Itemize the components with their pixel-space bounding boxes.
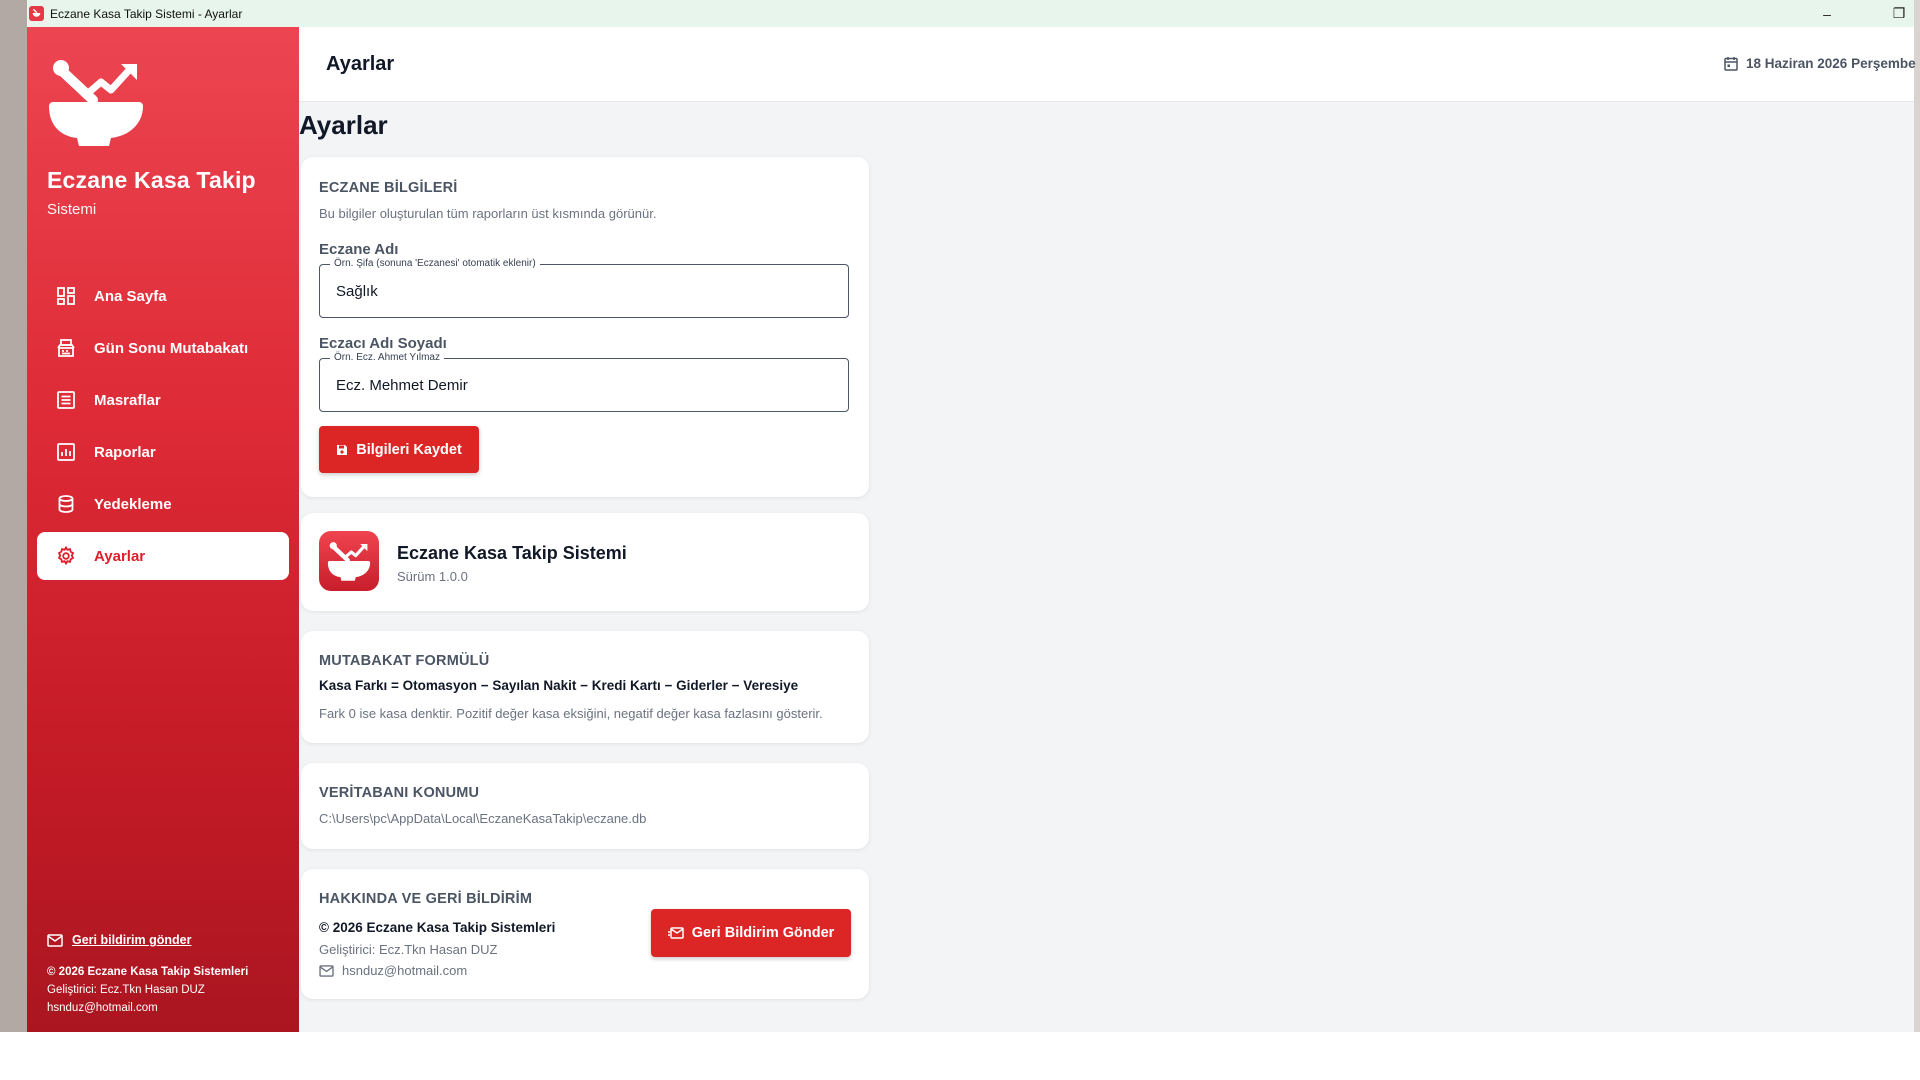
sidebar-item-ayarlar[interactable]: Ayarlar (37, 532, 289, 580)
top-header: Ayarlar 18 Haziran 2026 Perşembe (299, 27, 1916, 102)
brand-title: Eczane Kasa Takip (47, 167, 256, 193)
gear-icon (55, 545, 77, 567)
database-path: C:\Users\pc\AppData\Local\EczaneKasaTaki… (319, 811, 647, 826)
header-date-text: 18 Haziran 2026 Perşembe (1746, 56, 1916, 71)
send-feedback-button-label: Geri Bildirim Gönder (691, 925, 835, 941)
pharmacy-name-field[interactable]: Örn. Şifa (sonuna 'Eczanesi' otomatik ek… (319, 258, 849, 318)
pharmacist-name-field[interactable]: Örn. Ecz. Ahmet Yılmaz (319, 352, 849, 412)
app-info-card: Eczane Kasa Takip Sistemi Sürüm 1.0.0 (301, 513, 869, 611)
window-title: Eczane Kasa Takip Sistemi - Ayarlar (50, 6, 243, 21)
main-content: Ayarlar ECZANE BİLGİLERİ Bu bilgiler olu… (299, 102, 1914, 1032)
pharmacy-name-legend: Örn. Şifa (sonuna 'Eczanesi' otomatik ek… (330, 258, 540, 269)
sidebar-nav: Ana Sayfa Gün Sonu Mutabakatı Masraflar … (37, 272, 289, 584)
formula-note: Fark 0 ise kasa denktir. Pozitif değer k… (319, 706, 823, 721)
mortar-pestle-logo-icon (47, 56, 145, 148)
brand-subtitle: Sistemi (47, 201, 97, 218)
pharmacist-name-input[interactable] (336, 373, 826, 397)
sidebar-developer: Geliştirici: Ecz.Tkn Hasan DUZ (47, 984, 205, 996)
title-bar[interactable]: Eczane Kasa Takip Sistemi - Ayarlar – ❐ (27, 0, 1914, 27)
bar-chart-icon (55, 441, 77, 463)
window-frame-left (0, 0, 27, 1080)
about-email: hsnduz@hotmail.com (319, 963, 467, 978)
sidebar-item-gun-sonu-mutabakati[interactable]: Gün Sonu Mutabakatı (37, 324, 289, 372)
about-email-text: hsnduz@hotmail.com (342, 963, 468, 978)
sidebar-email: hsnduz@hotmail.com (47, 1002, 158, 1014)
calendar-icon (1724, 56, 1738, 71)
window-frame-right (1914, 0, 1920, 1032)
sidebar-item-label: Raporlar (94, 443, 156, 461)
formula-title: MUTABAKAT FORMÜLÜ (319, 653, 490, 669)
app-logo-icon (319, 531, 379, 591)
save-info-button-label: Bilgileri Kaydet (356, 441, 462, 458)
maximize-button[interactable]: ❐ (1879, 0, 1919, 27)
sidebar-item-label: Masraflar (94, 391, 161, 409)
sidebar-item-label: Ana Sayfa (94, 287, 167, 305)
sidebar-item-label: Gün Sonu Mutabakatı (94, 339, 249, 357)
minimize-button[interactable]: – (1807, 0, 1847, 27)
pharmacy-info-title: ECZANE BİLGİLERİ (319, 180, 458, 196)
database-location-title: VERİTABANI KONUMU (319, 785, 480, 801)
feedback-icon (667, 927, 684, 939)
pharmacist-name-label: Eczacı Adı Soyadı (319, 335, 447, 352)
save-icon (336, 444, 348, 456)
pharmacy-name-label: Eczane Adı (319, 241, 399, 258)
app-icon (29, 6, 44, 21)
window-frame-bottom (0, 1032, 1920, 1080)
sidebar-item-yedekleme[interactable]: Yedekleme (37, 480, 289, 528)
sidebar-item-masraflar[interactable]: Masraflar (37, 376, 289, 424)
about-developer: Geliştirici: Ecz.Tkn Hasan DUZ (319, 942, 498, 957)
feedback-link-label: Geri bildirim gönder (72, 933, 192, 947)
formula-card: MUTABAKAT FORMÜLÜ Kasa Farkı = Otomasyon… (301, 631, 869, 743)
header-title: Ayarlar (326, 53, 395, 75)
sidebar: Eczane Kasa Takip Sistemi Ana Sayfa Gün … (27, 27, 299, 1032)
about-title: HAKKINDA VE GERİ BİLDİRİM (319, 891, 533, 907)
sidebar-copyright: © 2026 Eczane Kasa Takip Sistemleri (47, 966, 249, 978)
sidebar-item-ana-sayfa[interactable]: Ana Sayfa (37, 272, 289, 320)
save-info-button[interactable]: Bilgileri Kaydet (319, 426, 479, 473)
mail-icon (319, 964, 334, 977)
app-name: Eczane Kasa Takip Sistemi (397, 543, 627, 563)
page-title: Ayarlar (299, 110, 388, 140)
pharmacy-info-description: Bu bilgiler oluşturulan tüm raporların ü… (319, 206, 657, 221)
list-icon (55, 389, 77, 411)
sidebar-item-label: Yedekleme (94, 495, 172, 513)
pharmacist-name-legend: Örn. Ecz. Ahmet Yılmaz (330, 352, 444, 363)
sidebar-item-label: Ayarlar (94, 547, 146, 565)
database-icon (55, 493, 77, 515)
feedback-link[interactable]: Geri bildirim gönder (47, 931, 248, 949)
database-location-card: VERİTABANI KONUMU C:\Users\pc\AppData\Lo… (301, 763, 869, 849)
pharmacy-name-input[interactable] (336, 279, 826, 303)
about-copyright: © 2026 Eczane Kasa Takip Sistemleri (319, 920, 556, 935)
sidebar-footer: Geri bildirim gönder © 2026 Eczane Kasa … (47, 931, 248, 1017)
cash-register-icon (55, 337, 77, 359)
header-date: 18 Haziran 2026 Perşembe (1724, 56, 1916, 71)
about-card: HAKKINDA VE GERİ BİLDİRİM © 2026 Eczane … (301, 869, 869, 999)
mail-icon (47, 933, 63, 947)
formula-text: Kasa Farkı = Otomasyon − Sayılan Nakit −… (319, 678, 799, 693)
pharmacy-info-card: ECZANE BİLGİLERİ Bu bilgiler oluşturulan… (301, 157, 869, 497)
send-feedback-button[interactable]: Geri Bildirim Gönder (651, 909, 851, 957)
dashboard-icon (55, 285, 77, 307)
app-version: Sürüm 1.0.0 (397, 569, 468, 584)
sidebar-item-raporlar[interactable]: Raporlar (37, 428, 289, 476)
